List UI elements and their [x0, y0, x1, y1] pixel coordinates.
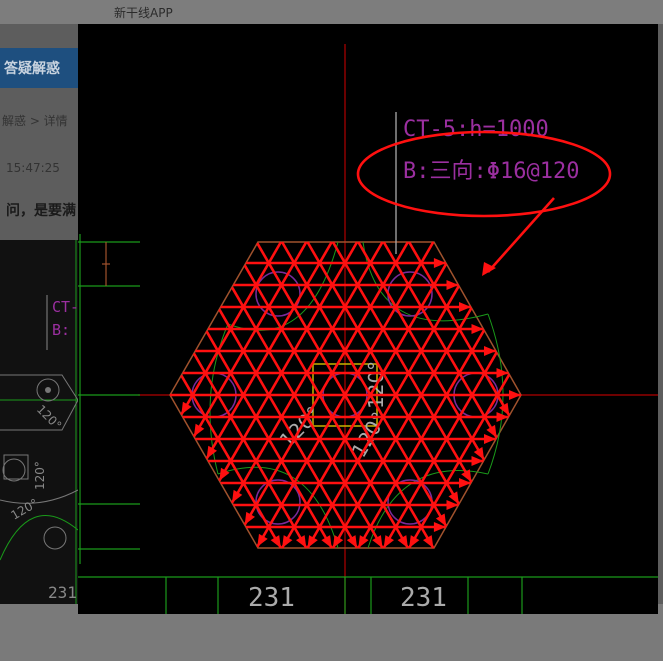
dimension-label-left: 231	[248, 583, 295, 613]
left-angle-label-3: 120°	[9, 496, 41, 523]
left-annotation-2: B:	[52, 321, 70, 339]
left-angle-label: 120°	[34, 402, 64, 432]
breadcrumb[interactable]: 解惑 > 详情	[2, 112, 68, 129]
annotation-line-1: CT-5:h=1000	[403, 117, 549, 142]
left-drawing-thumbnail[interactable]: CT- B: 120° 120° 120° 231	[0, 240, 79, 606]
left-dimension: 231	[48, 583, 77, 602]
screenshot-frame: 新干线APP 答疑解惑 解惑 > 详情 15:47:25 问，是要满 CT- B…	[0, 0, 663, 661]
page-header: 答疑解惑	[0, 48, 78, 88]
rebar-bar	[218, 308, 359, 549]
highlight-arrow-shaft	[487, 197, 555, 273]
left-annotation-1: CT-	[52, 298, 78, 316]
post-timestamp: 15:47:25	[6, 161, 60, 175]
dimension-label-right: 231	[400, 583, 447, 613]
dimension-lines	[78, 576, 658, 614]
annotation-line-2: B:三向:Φ16@120	[403, 159, 579, 184]
rebar-bar	[331, 307, 473, 549]
cad-drawing: 231 231 CT-5:h=1000 B:三向:Φ16@120	[78, 44, 658, 614]
left-angle-label-2: 120°	[33, 461, 47, 490]
image-lightbox[interactable]: 231 231 CT-5:h=1000 B:三向:Φ16@120	[78, 24, 658, 614]
left-brown-ticks	[102, 242, 110, 286]
app-title-bar: 新干线APP	[0, 0, 663, 24]
question-text: 问，是要满	[6, 203, 76, 219]
page-header-title: 答疑解惑	[4, 61, 60, 77]
left-grid-marks	[78, 234, 140, 564]
app-title: 新干线APP	[114, 6, 173, 20]
